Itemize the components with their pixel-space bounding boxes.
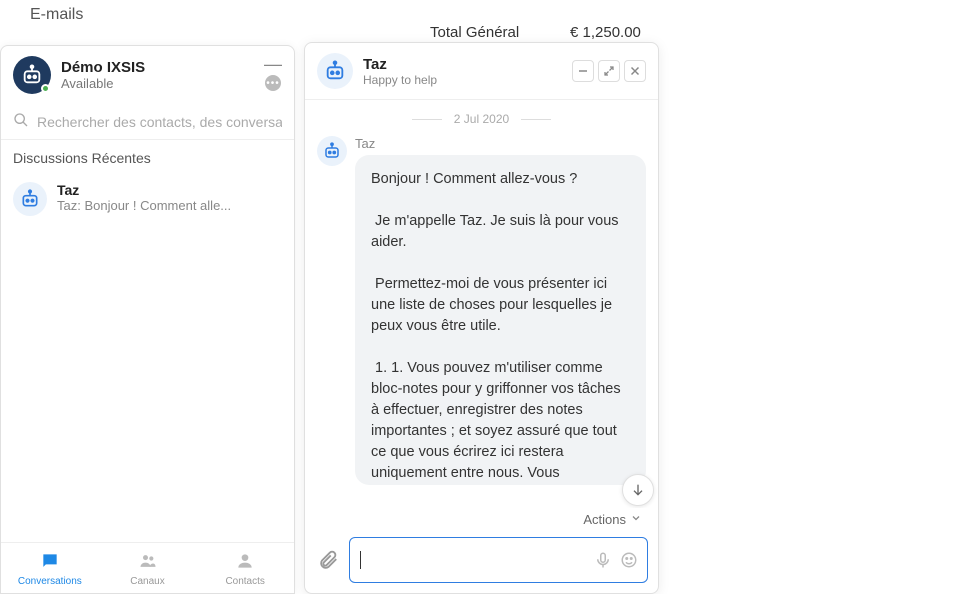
bg-total-label: Total Général	[430, 24, 519, 41]
message-column: Taz Bonjour ! Comment allez-vous ? Je m'…	[355, 136, 646, 485]
composer	[305, 531, 658, 593]
profile-status: Available	[61, 76, 254, 91]
conversation-preview: Taz: Bonjour ! Comment alle...	[57, 198, 282, 213]
minimize-button[interactable]	[572, 60, 594, 82]
chevron-down-icon	[630, 512, 642, 527]
chat-title: Taz	[363, 56, 562, 73]
actions-dropdown[interactable]: Actions	[305, 508, 658, 531]
nav-label: Canaux	[130, 576, 164, 587]
input-icons	[593, 550, 639, 570]
expand-button[interactable]	[598, 60, 620, 82]
date-separator: 2 Jul 2020	[317, 112, 646, 126]
message-input-box[interactable]	[349, 537, 648, 583]
nav-label: Contacts	[225, 576, 264, 587]
attach-button[interactable]	[315, 547, 341, 573]
bot-avatar-icon	[13, 182, 47, 216]
more-icon[interactable]: •••	[265, 75, 281, 91]
status-online-icon	[41, 84, 50, 93]
actions-label: Actions	[583, 512, 626, 527]
emoji-icon[interactable]	[619, 550, 639, 570]
nav-conversations[interactable]: Conversations	[1, 543, 99, 593]
recent-section-title: Discussions Récentes	[1, 140, 294, 172]
chat-bubble-icon	[40, 551, 60, 574]
contact-icon	[235, 551, 255, 574]
profile-text: Démo IXSIS Available	[61, 59, 254, 91]
search-input[interactable]	[37, 114, 282, 130]
conversation-name: Taz	[57, 182, 282, 198]
message-input[interactable]	[367, 538, 587, 582]
minimize-icon[interactable]: —	[264, 59, 282, 69]
microphone-icon[interactable]	[593, 550, 613, 570]
profile-avatar[interactable]	[13, 56, 51, 94]
bottom-nav: Conversations Canaux Contacts	[1, 542, 294, 593]
close-button[interactable]	[624, 60, 646, 82]
chat-title-block: Taz Happy to help	[363, 56, 562, 87]
search-row[interactable]	[1, 104, 294, 140]
sidebar-header: Démo IXSIS Available — •••	[1, 46, 294, 104]
profile-name: Démo IXSIS	[61, 59, 254, 76]
bot-avatar-icon	[317, 136, 347, 166]
nav-label: Conversations	[18, 576, 82, 587]
date-label: 2 Jul 2020	[454, 112, 509, 126]
message-bubble: Bonjour ! Comment allez-vous ? Je m'appe…	[355, 155, 646, 485]
sidebar-header-actions: — •••	[264, 59, 282, 91]
chat-window: Taz Happy to help 2 Jul 2020 Taz Bonjour…	[304, 42, 659, 594]
search-icon	[13, 112, 29, 131]
conversation-text: Taz Taz: Bonjour ! Comment alle...	[57, 182, 282, 213]
text-caret	[360, 551, 361, 569]
chat-subtitle: Happy to help	[363, 73, 562, 87]
chat-window-controls	[572, 60, 646, 82]
message-sender: Taz	[355, 136, 646, 151]
bg-emails-label: E-mails	[30, 6, 83, 24]
message-row: Taz Bonjour ! Comment allez-vous ? Je m'…	[317, 136, 646, 485]
nav-contacts[interactable]: Contacts	[196, 543, 294, 593]
chat-body: 2 Jul 2020 Taz Bonjour ! Comment allez-v…	[305, 100, 658, 508]
conversation-item[interactable]: Taz Taz: Bonjour ! Comment alle...	[1, 172, 294, 226]
nav-channels[interactable]: Canaux	[99, 543, 197, 593]
bg-total-value: € 1,250.00	[570, 24, 641, 41]
sidebar-panel: Démo IXSIS Available — ••• Discussions R…	[0, 45, 295, 594]
bot-avatar-icon	[317, 53, 353, 89]
chat-header: Taz Happy to help	[305, 43, 658, 100]
scroll-down-button[interactable]	[622, 474, 654, 506]
people-icon	[138, 551, 158, 574]
